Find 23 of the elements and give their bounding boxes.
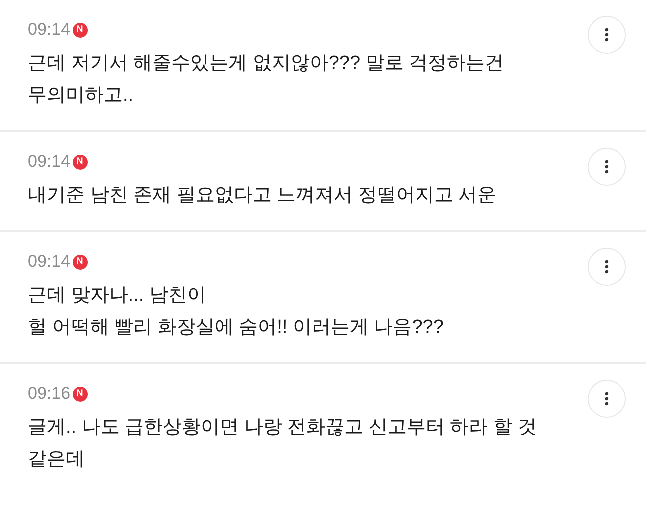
- more-icon: [605, 160, 609, 174]
- more-button[interactable]: [588, 248, 626, 286]
- new-badge: N: [72, 22, 88, 38]
- comment-time: 09:16: [28, 383, 71, 406]
- more-icon: [605, 28, 609, 42]
- more-button[interactable]: [588, 16, 626, 54]
- comment-text: 같은데: [28, 448, 86, 472]
- comment-text: 무의미하고..: [28, 84, 135, 108]
- comment-text: 글게.. 나도 급한상황이면 나랑 전화끊고 신고부터 하라 할 것: [28, 416, 537, 440]
- more-button[interactable]: [588, 380, 626, 418]
- more-button[interactable]: [588, 148, 626, 186]
- more-icon: [605, 260, 609, 274]
- comment-time: 09:14: [28, 251, 71, 274]
- comment-text: 헐 어떡해 빨리 화장실에 숨어!! 이러는게 나음???: [28, 316, 444, 340]
- comment-time: 09:14: [28, 19, 71, 42]
- new-badge: N: [72, 254, 88, 270]
- comment-time: 09:14: [28, 151, 71, 174]
- comment-text: 내기준 남친 존재 필요없다고 느껴져서 정떨어지고 서운: [28, 184, 497, 208]
- comment-text: 근데 저기서 해줄수있는게 없지않아??? 말로 걱정하는건: [28, 52, 504, 76]
- comment-text: 근데 맞자나... 남친이: [28, 284, 208, 308]
- new-badge: N: [72, 154, 88, 170]
- new-badge: N: [72, 386, 88, 402]
- more-icon: [605, 392, 609, 406]
